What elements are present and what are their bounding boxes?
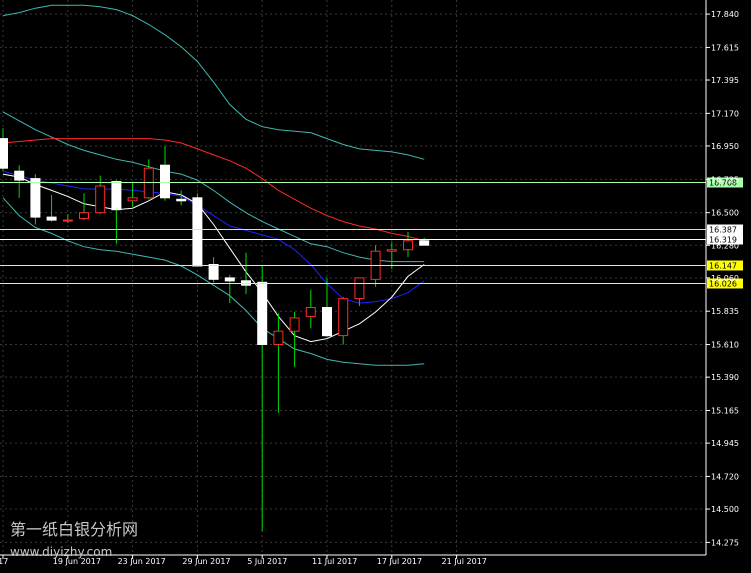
candle-body [79, 212, 89, 220]
candle-body [419, 240, 430, 246]
candle-body [192, 197, 203, 267]
candles [0, 128, 430, 532]
candle-body [338, 298, 349, 337]
x-tick-label: 23 Jun 2017 [118, 557, 166, 566]
y-tick-label: 17.170 [711, 109, 739, 118]
candle-body [95, 185, 106, 214]
x-tick-label: 29 Jun 2017 [182, 557, 230, 566]
y-tick-label: 14.500 [711, 505, 739, 514]
price-chart[interactable]: 16.70816.38716.31916.14716.026 17.84017.… [0, 0, 751, 573]
candle-body [305, 307, 316, 317]
y-tick-label: 15.835 [711, 307, 739, 316]
watermark-url: www.diyizhy.com [10, 545, 112, 559]
candle-body [354, 277, 365, 300]
level-label: 16.387 [709, 226, 737, 235]
candle-body [30, 178, 41, 218]
candle-body [386, 249, 397, 252]
x-tick-label: 5 Jul 2017 [247, 557, 287, 566]
candle-body [322, 307, 332, 337]
y-tick-label: 16.725 [711, 175, 739, 184]
candle-body [273, 330, 284, 346]
y-tick-label: 15.165 [711, 407, 739, 416]
candle-body [403, 240, 413, 251]
candle-body [289, 317, 300, 332]
candle-body [176, 198, 187, 202]
y-tick-label: 17.395 [711, 76, 739, 85]
x-tick-label: 21 Jul 2017 [442, 557, 487, 566]
candle-body [208, 264, 219, 280]
y-tick-label: 14.945 [711, 439, 739, 448]
x-tick-label: 2017 [0, 557, 8, 566]
y-tick-label: 16.060 [711, 274, 739, 283]
x-tick-label: 17 Jul 2017 [377, 557, 422, 566]
watermark-title: 第一纸白银分析网 [10, 520, 138, 539]
level-label: 16.147 [709, 262, 737, 271]
band-upper-line [2, 4, 425, 160]
candle-body [0, 138, 8, 169]
x-tick-label: 11 Jul 2017 [312, 557, 357, 566]
y-tick-label: 14.720 [711, 472, 739, 481]
candle-body [224, 277, 235, 282]
slow-ma-line [2, 138, 425, 242]
y-tick-label: 15.390 [711, 373, 739, 382]
chart-window[interactable]: 16.708 16.387 16.319 16.147 16.026 17.840 17.… [0, 0, 751, 573]
candle-body [111, 181, 122, 211]
candle-body [160, 164, 170, 199]
candle-body [62, 219, 73, 222]
y-tick-label: 16.950 [711, 142, 739, 151]
candle-body [127, 197, 138, 202]
candle-body [257, 281, 268, 345]
candle-body [14, 170, 25, 181]
watermark: 第一纸白银分析网 www.diyizhy.com [10, 520, 138, 559]
y-tick-label: 14.275 [711, 538, 739, 547]
grid [0, 0, 706, 555]
candle-body [46, 216, 57, 221]
price-axis[interactable]: 17.840 17.615 17.395 17.170 16.950 16.725 16.5… [705, 0, 739, 555]
y-tick-label: 16.500 [711, 209, 739, 218]
y-tick-label: 17.615 [711, 43, 739, 52]
y-tick-label: 16.280 [711, 241, 739, 250]
y-tick-label: 17.840 [711, 10, 739, 19]
y-tick-label: 15.610 [711, 341, 739, 350]
